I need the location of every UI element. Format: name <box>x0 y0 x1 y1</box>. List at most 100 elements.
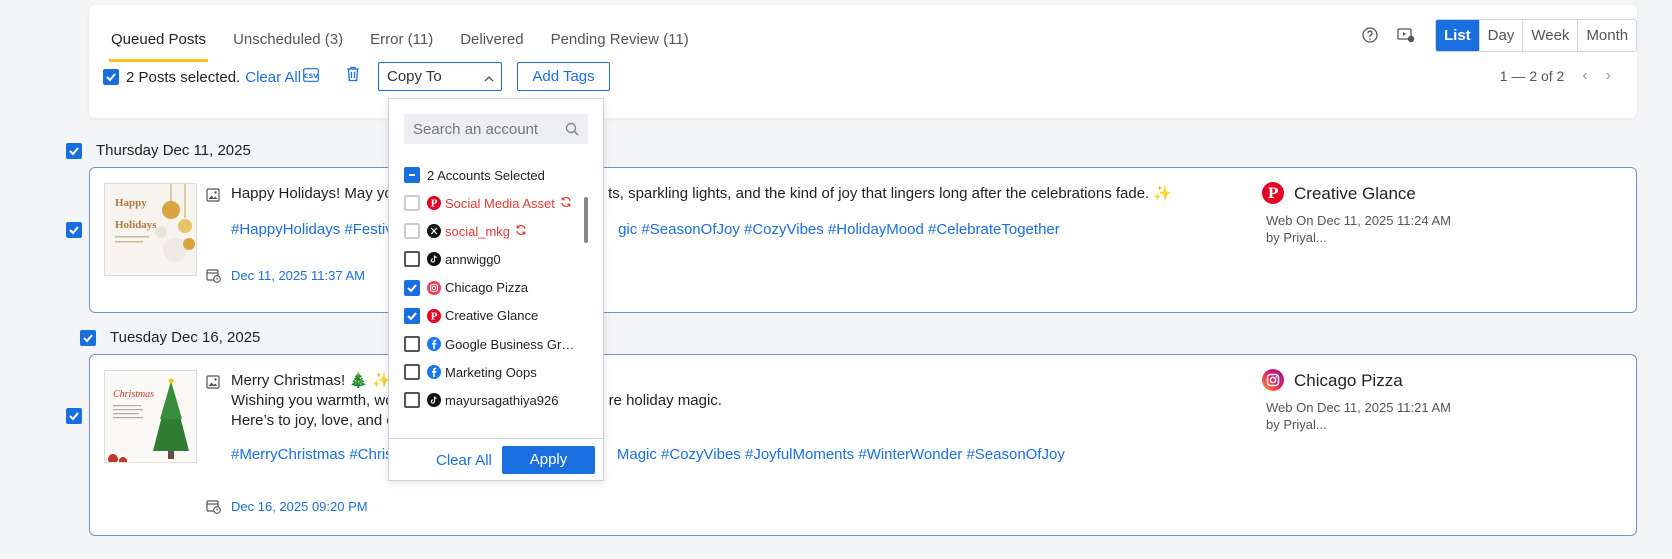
account-checkbox[interactable] <box>404 223 420 240</box>
svg-text:CSV: CSV <box>304 72 319 80</box>
account-checkbox[interactable] <box>404 336 420 352</box>
account-option[interactable]: Chicago Pizza <box>404 277 528 299</box>
post-caption-line2-tail: re holiday magic. <box>608 392 722 409</box>
account-checkbox[interactable] <box>404 364 420 381</box>
image-icon <box>206 188 220 205</box>
view-list-button[interactable]: List <box>1436 20 1479 51</box>
account-name: Chicago Pizza <box>1294 371 1403 390</box>
help-icon[interactable] <box>1362 27 1378 46</box>
accounts-selected-summary[interactable]: 2 Accounts Selected <box>404 164 545 186</box>
post-tabs: Queued Posts Unscheduled (3) Error (11) … <box>109 25 714 62</box>
account-checkbox[interactable] <box>404 392 420 409</box>
post-hashtags: #HappyHolidays #Festive gic #SeasonOfJoy … <box>231 221 1060 238</box>
view-week-button[interactable]: Week <box>1522 20 1578 51</box>
scheduled-time[interactable]: Dec 11, 2025 11:37 AM <box>231 268 365 283</box>
pinterest-icon: P <box>1262 182 1284 207</box>
account-search-input[interactable]: Search an account <box>404 114 588 144</box>
post-author: by Priyal... <box>1266 417 1327 432</box>
post-meta: Web On Dec 11, 2025 11:21 AM by Priyal..… <box>1266 399 1451 433</box>
chevron-up-icon <box>484 71 494 88</box>
account-option-label: Marketing Oops <box>445 364 537 380</box>
dropdown-apply-button[interactable]: Apply <box>502 446 595 474</box>
account-option-label: annwigg0 <box>445 251 501 267</box>
day-select-checkbox[interactable] <box>66 142 82 159</box>
day-header: Tuesday Dec 16, 2025 <box>66 329 260 346</box>
copy-to-select[interactable]: Copy To <box>378 62 502 91</box>
account-checkbox[interactable] <box>404 195 420 211</box>
copy-to-label: Copy To <box>387 68 442 85</box>
tiktok-icon <box>427 252 441 267</box>
select-all-checkbox[interactable] <box>103 69 119 85</box>
post-caption-head: Happy Holidays! May you <box>231 185 402 202</box>
post-caption: Happy Holidays! May you ts, sparkling lig… <box>231 184 1172 204</box>
tab-unscheduled[interactable]: Unscheduled (3) <box>231 25 345 62</box>
pinterest-icon: P <box>427 196 441 210</box>
copy-to-dropdown: Search an account 2 Accounts Selected PS… <box>388 98 604 481</box>
account-checkbox[interactable] <box>404 307 420 324</box>
facebook-icon <box>427 337 441 351</box>
reconnect-icon[interactable] <box>515 224 527 239</box>
dropdown-scrollbar[interactable] <box>584 197 588 243</box>
dropdown-clear-all-button[interactable]: Clear All <box>436 452 492 469</box>
facebook-icon <box>427 365 441 380</box>
reconnect-icon[interactable] <box>560 196 572 211</box>
instagram-icon <box>1262 369 1284 394</box>
post-thumbnail: Happy Holidays <box>104 183 197 276</box>
hashtags-head: #HappyHolidays #Festive <box>231 221 402 238</box>
account-option[interactable]: P Social Media Asset <box>404 192 572 214</box>
account-option[interactable]: annwigg0 <box>404 248 501 270</box>
add-tags-button[interactable]: Add Tags <box>517 62 610 91</box>
view-month-button[interactable]: Month <box>1577 20 1637 51</box>
tab-pending-review[interactable]: Pending Review (11) <box>549 25 691 62</box>
account-checkbox[interactable] <box>404 279 420 296</box>
x-icon <box>427 224 441 239</box>
account-option-label: mayursagathiya926 <box>445 392 559 408</box>
svg-text:P: P <box>1268 186 1279 202</box>
post-hashtags: #MerryChristmas #Christr Magic #CozyVibes… <box>231 446 1065 463</box>
tab-delivered[interactable]: Delivered <box>458 25 525 62</box>
account-checkbox[interactable] <box>404 251 420 268</box>
delete-icon[interactable] <box>346 66 360 85</box>
post-account: Chicago Pizza <box>1262 369 1403 394</box>
day-select-checkbox[interactable] <box>80 329 96 346</box>
svg-text:P: P <box>431 312 438 322</box>
post-select-checkbox[interactable] <box>66 408 82 424</box>
view-switcher: List Day Week Month <box>1435 19 1638 52</box>
account-option[interactable]: Marketing Oops <box>404 361 537 383</box>
bulk-actions-row: 2 Posts selected. Clear All CSV Copy To … <box>103 62 610 92</box>
account-option[interactable]: social_mkg <box>404 220 527 242</box>
next-page-icon[interactable]: › <box>1606 67 1611 85</box>
hashtags-head: #MerryChristmas #Christr <box>231 446 402 463</box>
post-select-checkbox[interactable] <box>66 222 82 238</box>
account-option[interactable]: mayursagathiya926 <box>404 389 558 411</box>
tiktok-icon <box>427 393 441 408</box>
account-option-label: social_mkg <box>445 223 511 239</box>
preview-settings-icon[interactable] <box>1397 27 1415 46</box>
post-caption-line2-head: Wishing you warmth, wor <box>231 392 399 409</box>
hashtags-tail: gic #SeasonOfJoy #CozyVibes #HolidayMood… <box>618 221 1060 238</box>
account-option[interactable]: Google Business Gr… <box>404 333 574 355</box>
post-thumbnail: Christmas <box>104 370 197 463</box>
tab-queued-posts[interactable]: Queued Posts <box>109 25 209 62</box>
svg-text:Happy: Happy <box>115 197 147 209</box>
calendar-clock-icon <box>206 268 221 286</box>
account-option-label: Chicago Pizza <box>445 280 529 296</box>
tab-error[interactable]: Error (11) <box>368 25 435 62</box>
post-meta: Web On Dec 11, 2025 11:24 AM by Priyal..… <box>1266 212 1451 246</box>
pagination: 1 — 2 of 2 ‹ › <box>1500 67 1611 85</box>
csv-export-icon[interactable]: CSV <box>303 68 319 85</box>
search-icon <box>565 122 579 140</box>
select-all-accounts-checkbox[interactable] <box>404 167 420 183</box>
day-label: Tuesday Dec 16, 2025 <box>110 329 261 346</box>
dropdown-footer: Clear All Apply <box>389 438 603 480</box>
account-name: Creative Glance <box>1294 184 1416 203</box>
scheduled-time[interactable]: Dec 16, 2025 09:20 PM <box>231 499 368 514</box>
account-option-label: Creative Glance <box>445 308 539 324</box>
post-card[interactable]: Happy Holidays Happy Holidays! May you ts… <box>89 167 1637 313</box>
post-card[interactable]: Christmas Merry Christmas! 🎄 ✨ Wishing y… <box>89 354 1637 536</box>
clear-selection-link[interactable]: Clear All <box>245 69 301 86</box>
prev-page-icon[interactable]: ‹ <box>1582 67 1587 85</box>
posts-toolbar: Queued Posts Unscheduled (3) Error (11) … <box>89 5 1638 118</box>
view-day-button[interactable]: Day <box>1478 20 1523 51</box>
account-option[interactable]: P Creative Glance <box>404 305 538 327</box>
